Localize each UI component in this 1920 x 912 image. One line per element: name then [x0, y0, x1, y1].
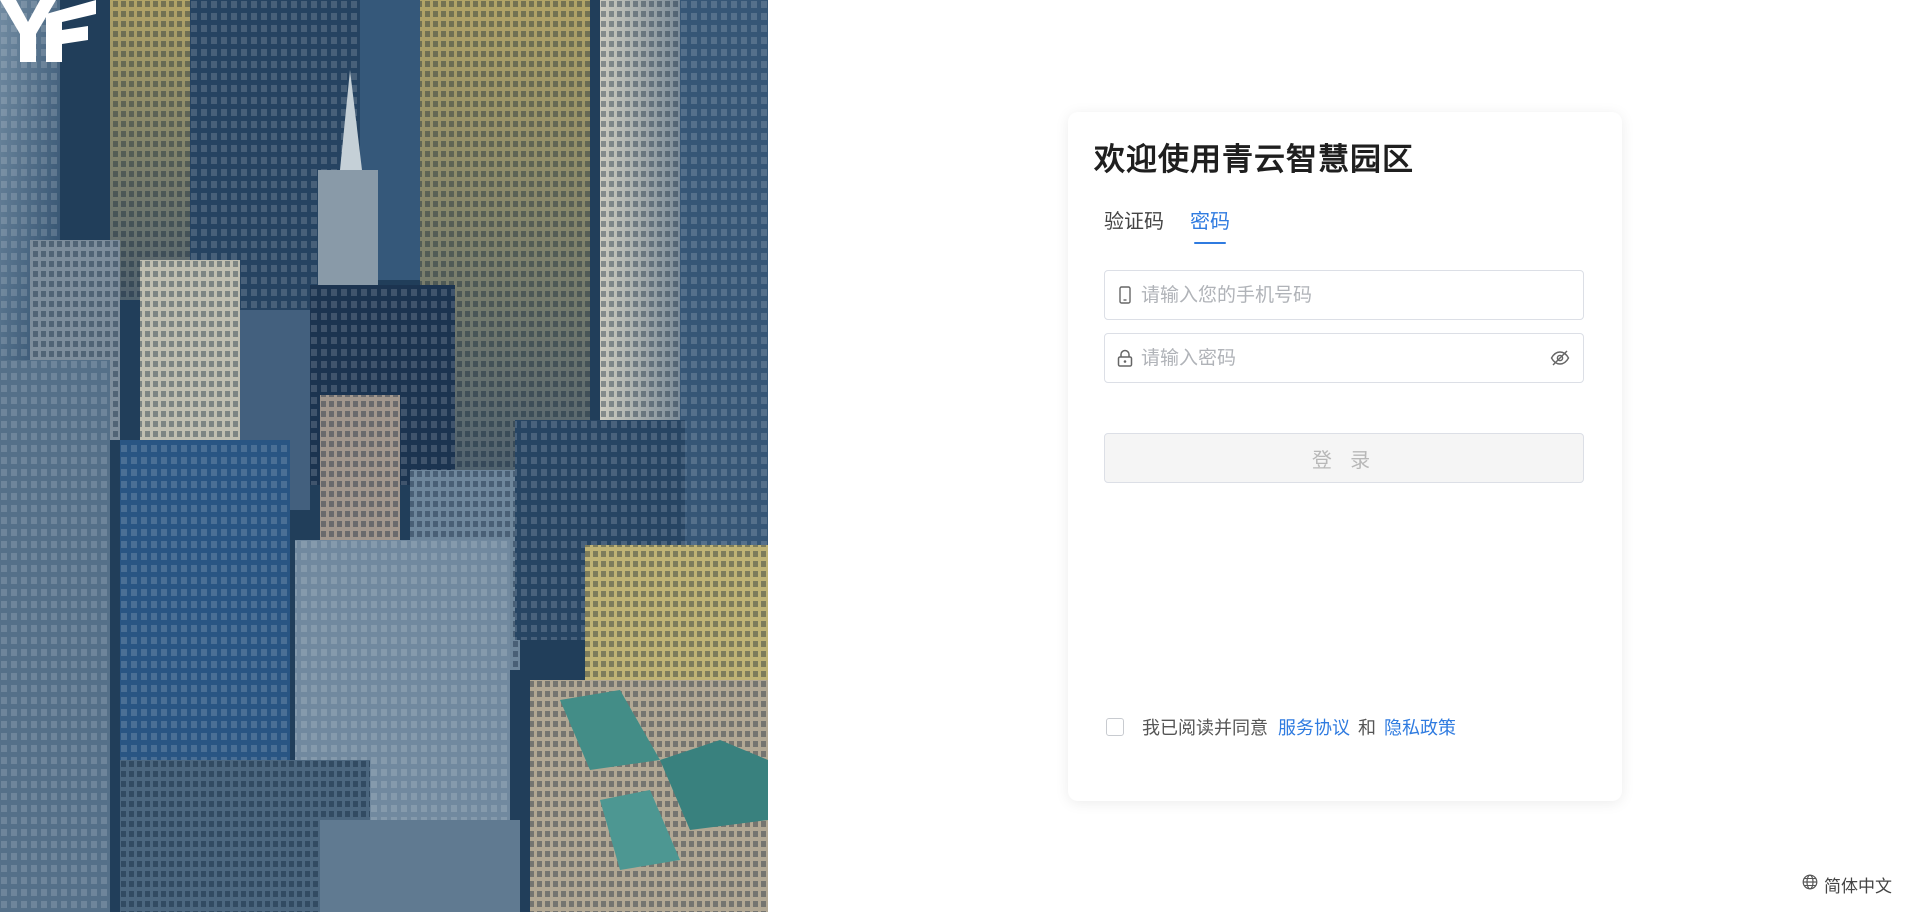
password-input[interactable] [1141, 347, 1549, 369]
agreement-row: 我已阅读并同意 服务协议 和 隐私政策 [1106, 714, 1456, 740]
city-skyline-illustration [0, 0, 768, 912]
privacy-policy-link[interactable]: 隐私政策 [1384, 714, 1456, 740]
login-page: 欢迎使用青云智慧园区 验证码 密码 请输入您的手机号码 登 录 我已阅读并同意 … [0, 0, 1920, 912]
agreement-prefix-text: 我已阅读并同意 [1142, 718, 1268, 739]
phone-field[interactable] [1104, 270, 1584, 320]
login-card: 欢迎使用青云智慧园区 验证码 密码 请输入您的手机号码 登 录 我已阅读并同意 … [1068, 112, 1622, 801]
tab-verification-code[interactable]: 验证码 [1104, 205, 1164, 244]
agreement-and-text: 和 [1358, 718, 1376, 739]
login-method-tabs: 验证码 密码 [1104, 205, 1230, 244]
phone-input[interactable] [1141, 284, 1571, 306]
mobile-phone-icon [1117, 285, 1133, 305]
password-field[interactable] [1104, 333, 1584, 383]
city-background-image [0, 0, 768, 912]
login-title: 欢迎使用青云智慧园区 [1094, 142, 1414, 178]
lock-icon [1117, 348, 1133, 368]
service-agreement-link[interactable]: 服务协议 [1278, 714, 1350, 740]
tab-password[interactable]: 密码 [1190, 205, 1230, 244]
language-switcher[interactable]: 简体中文 [1802, 872, 1892, 897]
eye-hidden-icon[interactable] [1549, 347, 1571, 369]
login-button[interactable]: 登 录 [1104, 433, 1584, 483]
globe-icon [1802, 874, 1818, 895]
language-label: 简体中文 [1824, 877, 1892, 897]
agreement-checkbox[interactable] [1106, 718, 1124, 736]
yf-logo [0, 0, 96, 62]
